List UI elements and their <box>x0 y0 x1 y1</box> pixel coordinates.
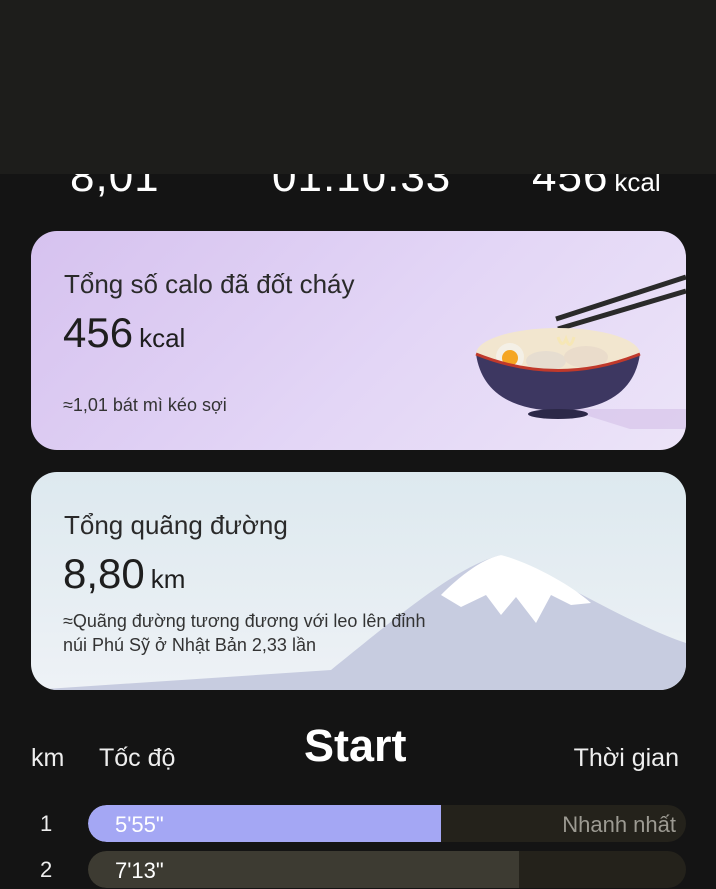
top-header-area <box>0 0 716 174</box>
header-pace: Tốc độ <box>99 744 176 772</box>
summary-stats-strip: 8,01 01:10:33 456 kcal <box>0 174 716 230</box>
pace-value: 7'13" <box>115 858 164 883</box>
header-km: km <box>31 744 65 772</box>
pace-bar-track: 7'13" <box>88 851 686 888</box>
fastest-tag: Nhanh nhất <box>562 812 676 837</box>
summary-calories: 456 kcal <box>532 174 661 201</box>
pace-table-header: km Tốc độ Start Thời gian <box>0 720 716 780</box>
calorie-card-note: ≈1,01 bát mì kéo sợi <box>63 395 227 415</box>
header-time: Thời gian <box>573 744 679 772</box>
pace-value: 5'55" <box>115 812 164 837</box>
distance-card-title: Tổng quãng đường <box>64 510 288 540</box>
distance-card-value: 8,80 km <box>63 550 186 597</box>
noodle-bowl-illustration <box>475 274 686 429</box>
row-km-number: 1 <box>40 811 53 836</box>
start-overlay-label: Start <box>304 720 407 771</box>
pace-row: 1 5'55" Nhanh nhất <box>0 805 716 843</box>
summary-duration: 01:10:33 <box>272 174 452 201</box>
calorie-card-value: 456 kcal <box>63 309 186 356</box>
calorie-card: Tổng số calo đã đốt cháy 456 kcal ≈1,01 b… <box>31 231 686 450</box>
calorie-card-title: Tổng số calo đã đốt cháy <box>64 269 355 299</box>
distance-card: Tổng quãng đường 8,80 km ≈Quãng đường tươ… <box>31 472 686 690</box>
row-km-number: 2 <box>40 857 53 882</box>
pace-row: 2 7'13" <box>0 851 716 889</box>
pace-bar-track: 5'55" Nhanh nhất <box>88 805 686 842</box>
distance-card-note: ≈Quãng đường tương đương với leo lên đỉn… <box>63 611 426 655</box>
summary-distance: 8,01 <box>70 174 160 201</box>
